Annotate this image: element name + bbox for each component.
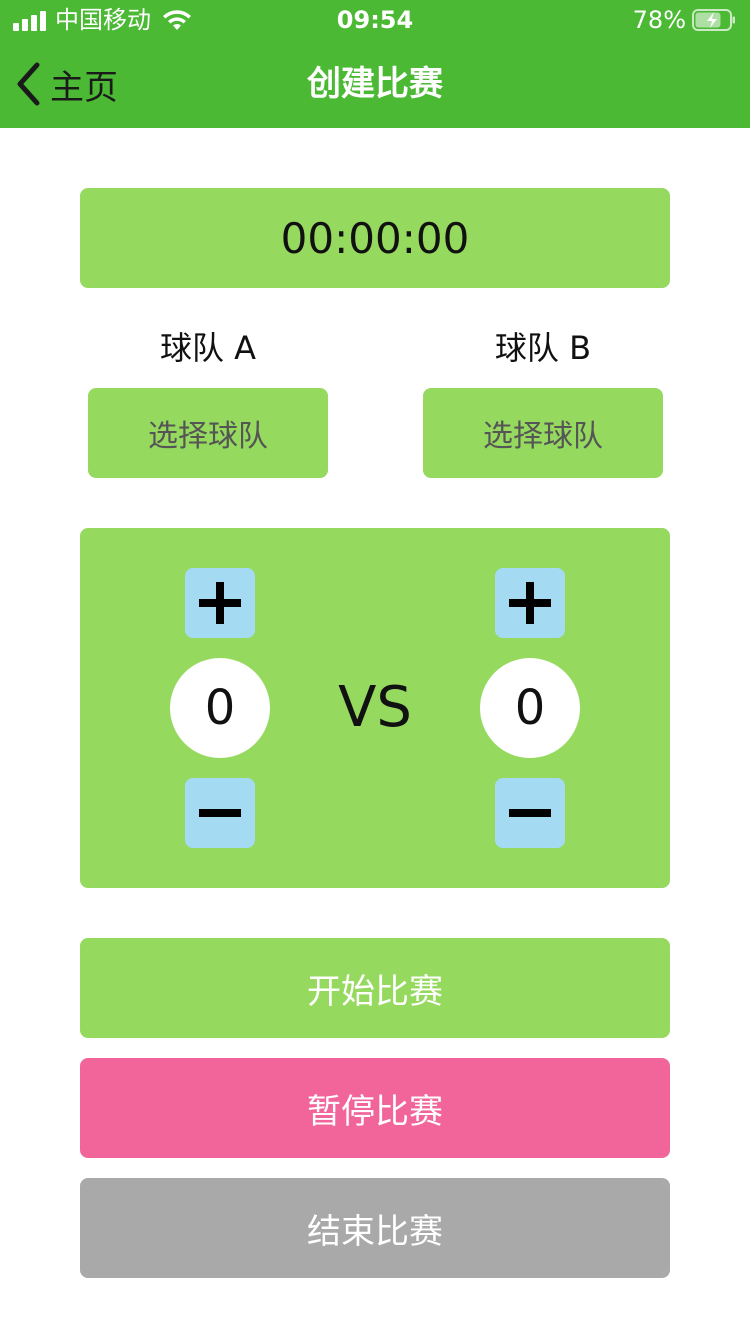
back-label: 主页 <box>50 67 118 108</box>
back-button[interactable]: 主页 <box>14 60 118 108</box>
plus-icon-vertical <box>216 582 224 624</box>
minus-icon <box>509 809 551 817</box>
team-a-plus-button[interactable] <box>185 568 255 638</box>
score-panel: 0 VS 0 <box>80 528 670 888</box>
team-b-score: 0 <box>480 658 580 758</box>
team-a-score: 0 <box>170 658 270 758</box>
nav-bar: 主页 创建比赛 <box>0 40 750 128</box>
pause-match-button[interactable]: 暂停比赛 <box>80 1058 670 1158</box>
start-match-button[interactable]: 开始比赛 <box>80 938 670 1038</box>
team-b-minus-button[interactable] <box>495 778 565 848</box>
battery-charging-icon <box>692 9 735 31</box>
status-bar: 中国移动 09:54 78% <box>0 0 750 40</box>
team-a-minus-button[interactable] <box>185 778 255 848</box>
match-timer: 00:00:00 <box>80 188 670 288</box>
select-team-b-button[interactable]: 选择球队 <box>423 388 663 478</box>
end-match-button[interactable]: 结束比赛 <box>80 1178 670 1278</box>
plus-icon-vertical <box>526 582 534 624</box>
battery-percent: 78% <box>632 6 686 34</box>
chevron-left-icon <box>17 62 40 106</box>
select-team-a-button[interactable]: 选择球队 <box>88 388 328 478</box>
team-b-plus-button[interactable] <box>495 568 565 638</box>
team-a-label: 球队 A <box>159 329 257 367</box>
team-b-label: 球队 B <box>494 329 592 367</box>
vs-label: VS <box>338 675 412 740</box>
page-title: 创建比赛 <box>307 64 443 104</box>
minus-icon <box>199 809 241 817</box>
